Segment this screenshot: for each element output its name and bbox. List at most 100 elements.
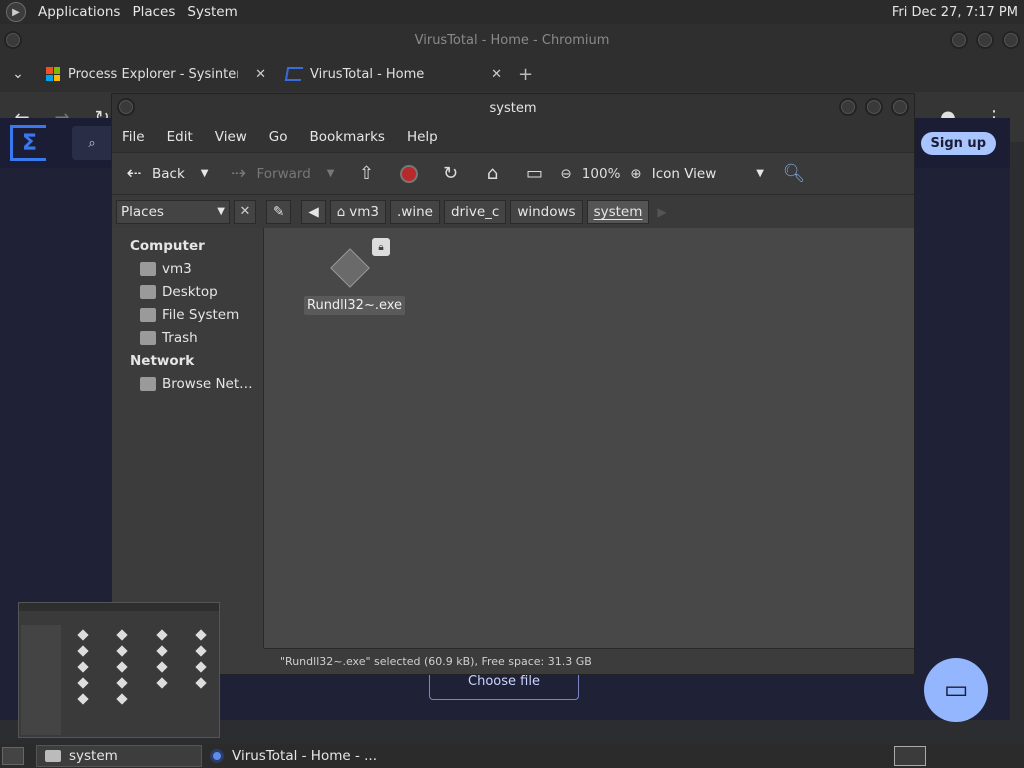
thumbnail-file-icon: [77, 693, 89, 705]
zoom-out-icon[interactable]: ⊖: [560, 166, 571, 182]
chromium-title: VirusTotal - Home - Chromium: [414, 32, 610, 48]
taskbar-item-virustotal[interactable]: VirusTotal - Home - ...: [202, 745, 385, 767]
breadcrumb-right-arrow[interactable]: ▶: [653, 205, 670, 219]
places-select[interactable]: Places ▼: [116, 199, 230, 224]
maximize-button[interactable]: [976, 31, 994, 49]
fm-toolbar: ⇠ Back ▼ ⇢ Forward ▼ ⇧ ↻ ⌂ ▭ ⊖ 100% ⊕ Ic…: [112, 152, 914, 194]
chevron-down-icon[interactable]: ▼: [327, 168, 335, 179]
thumbnail-file-icon: [77, 629, 89, 641]
sidebar-item-trash[interactable]: Trash: [112, 326, 263, 349]
file-view[interactable]: 🔒︎ Rundll32~.exe: [264, 228, 914, 648]
virustotal-logo-icon[interactable]: Σ: [10, 125, 46, 161]
forward-arrow-icon: ⇢: [230, 163, 247, 184]
sidebar-item-browse-network[interactable]: Browse Net…: [112, 372, 263, 395]
window-preview-thumbnail[interactable]: [18, 602, 220, 738]
breadcrumb-left-arrow[interactable]: ◀: [301, 199, 326, 224]
zoom-in-icon[interactable]: ⊕: [630, 166, 641, 182]
trash-icon: [140, 330, 156, 345]
menu-view[interactable]: View: [215, 129, 247, 145]
file-item[interactable]: 🔒︎ Rundll32~.exe: [304, 238, 406, 315]
fm-body: Computer vm3 Desktop File System Trash N…: [112, 228, 914, 648]
computer-icon[interactable]: ▭: [522, 163, 546, 184]
places-menu[interactable]: Places: [132, 4, 175, 20]
forward-label: Forward: [256, 165, 311, 182]
places-sidebar: Computer vm3 Desktop File System Trash N…: [112, 228, 264, 648]
chevron-down-icon[interactable]: ▼: [201, 168, 209, 179]
microsoft-icon: [46, 67, 60, 81]
menu-bookmarks[interactable]: Bookmarks: [310, 129, 385, 145]
zoom-level[interactable]: 100%: [582, 166, 621, 182]
tab-label: Process Explorer - Sysinterna: [68, 66, 238, 82]
breadcrumb-drive-c[interactable]: drive_c: [443, 199, 507, 224]
close-button[interactable]: [1002, 31, 1020, 49]
edit-location-icon[interactable]: ✎: [266, 199, 292, 224]
minimize-button[interactable]: [839, 98, 857, 116]
close-button[interactable]: [891, 98, 909, 116]
fm-menubar: File Edit View Go Bookmarks Help: [112, 122, 914, 152]
breadcrumb-system[interactable]: system: [586, 199, 650, 224]
breadcrumb-label: vm3: [349, 203, 380, 220]
sidebar-item-desktop[interactable]: Desktop: [112, 280, 263, 303]
up-arrow-icon[interactable]: ⇧: [354, 163, 378, 184]
search-icon[interactable]: 🔍︎: [782, 163, 806, 184]
file-manager-window: system File Edit View Go Bookmarks Help …: [112, 94, 914, 674]
tab-close-icon[interactable]: ✕: [491, 67, 502, 82]
stop-icon[interactable]: [400, 164, 419, 183]
chromium-titlebar: VirusTotal - Home - Chromium: [0, 24, 1024, 56]
chevron-down-icon: ▼: [217, 206, 225, 217]
clock[interactable]: Fri Dec 27, 7:17 PM: [892, 5, 1018, 20]
fm-titlebar: system: [112, 94, 914, 122]
thumbnail-file-icon: [195, 645, 207, 657]
reload-icon[interactable]: ↻: [438, 163, 462, 184]
show-desktop-icon[interactable]: [2, 747, 24, 765]
breadcrumb-windows[interactable]: windows: [510, 199, 583, 224]
minimize-button[interactable]: [950, 31, 968, 49]
close-sidebar-icon[interactable]: ✕: [234, 199, 256, 224]
desktop-folder-icon: [140, 284, 156, 299]
tab-process-explorer[interactable]: Process Explorer - Sysinterna ✕: [36, 56, 276, 92]
menu-go[interactable]: Go: [269, 129, 288, 145]
taskbar-item-label: system: [69, 748, 118, 764]
home-icon[interactable]: ⌂: [480, 163, 504, 184]
new-tab-button[interactable]: +: [518, 64, 533, 85]
folder-icon: [45, 750, 61, 762]
search-icon[interactable]: ⌕: [72, 126, 112, 160]
chat-icon[interactable]: ▭: [924, 658, 988, 722]
menu-edit[interactable]: Edit: [167, 129, 193, 145]
sidebar-item-label: Browse Net…: [162, 375, 253, 392]
window-menu-button[interactable]: [4, 31, 22, 49]
system-menu[interactable]: System: [187, 4, 237, 20]
taskbar-item-system[interactable]: system: [36, 745, 202, 767]
back-button[interactable]: ⇠ Back ▼: [122, 163, 208, 184]
tab-close-icon[interactable]: ✕: [255, 67, 266, 82]
top-panel: ▶ Applications Places System Fri Dec 27,…: [0, 0, 1024, 24]
taskbar: system VirusTotal - Home - ...: [0, 744, 1024, 768]
maximize-button[interactable]: [865, 98, 883, 116]
applications-menu[interactable]: Applications: [38, 4, 120, 20]
sidebar-item-file-system[interactable]: File System: [112, 303, 263, 326]
home-folder-icon: [140, 261, 156, 276]
sidebar-item-label: Desktop: [162, 283, 218, 300]
window-menu-button[interactable]: [117, 98, 135, 116]
forward-button[interactable]: ⇢ Forward ▼: [226, 163, 335, 184]
page-scrollbar[interactable]: [1010, 158, 1024, 744]
places-label: Places: [121, 203, 164, 220]
sidebar-item-label: Trash: [162, 329, 198, 346]
thumbnail-file-icon: [116, 661, 128, 673]
sidebar-item-vm3[interactable]: vm3: [112, 257, 263, 280]
breadcrumb-vm3[interactable]: ⌂ vm3: [329, 199, 387, 224]
sign-up-button[interactable]: Sign up: [920, 131, 996, 155]
thumbnail-file-icon: [156, 661, 168, 673]
menu-help[interactable]: Help: [407, 129, 438, 145]
menu-file[interactable]: File: [122, 129, 145, 145]
breadcrumb-wine[interactable]: .wine: [390, 199, 440, 224]
thumbnail-file-icon: [195, 677, 207, 689]
tab-virustotal[interactable]: VirusTotal - Home ✕: [276, 56, 512, 92]
thumbnail-file-icon: [116, 629, 128, 641]
thumbnail-file-icon: [77, 677, 89, 689]
view-mode-select[interactable]: Icon View ▼: [652, 166, 764, 182]
workspace-switcher[interactable]: [894, 746, 926, 766]
tab-search-icon[interactable]: ⌄: [0, 66, 36, 82]
chevron-down-icon: ▼: [756, 168, 764, 179]
mint-menu-icon[interactable]: ▶: [6, 2, 26, 22]
